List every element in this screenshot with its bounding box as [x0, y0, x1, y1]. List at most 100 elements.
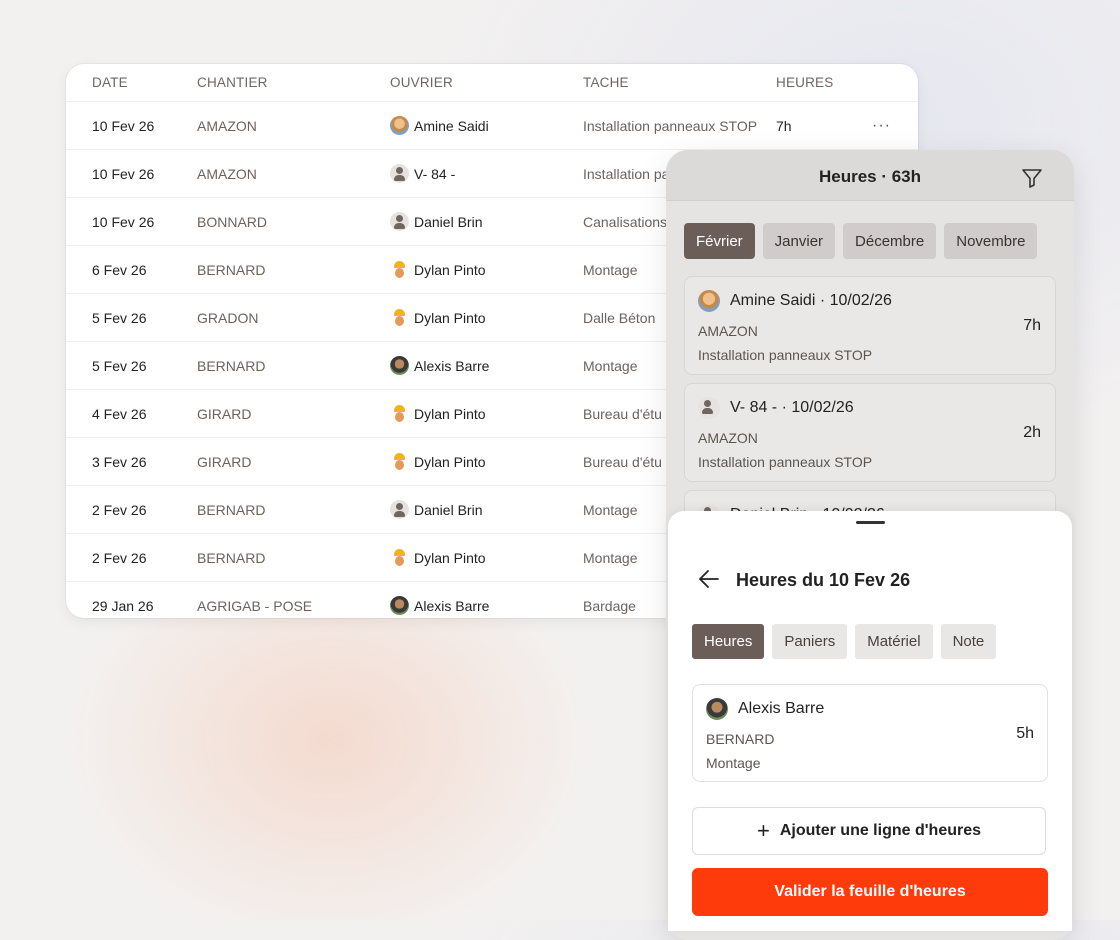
worker-helmet-icon: [390, 308, 409, 327]
cell-tache: Montage: [583, 261, 638, 278]
cell-date: 6 Fev 26: [92, 261, 147, 278]
cell-tache: Montage: [583, 357, 638, 374]
cell-ouvrier: Dylan Pinto: [390, 548, 486, 567]
worker-helmet-icon: [390, 452, 409, 471]
ouvrier-name: Amine Saidi: [414, 117, 489, 134]
sheet-grabber[interactable]: [856, 521, 885, 524]
cell-tache: Bureau d'étu: [583, 453, 662, 470]
month-filter: Février Janvier Décembre Novembre: [684, 223, 1038, 259]
entry-site: BERNARD: [706, 731, 775, 747]
ouvrier-name: Alexis Barre: [414, 357, 490, 374]
back-arrow-icon[interactable]: [698, 569, 720, 589]
cell-chantier: AGRIGAB - POSE: [197, 597, 313, 614]
cell-tache: Canalisations: [583, 213, 668, 230]
hours-entry-card[interactable]: V- 84 - · 10/02/26 AMAZON Installation p…: [684, 383, 1056, 482]
cell-chantier: GIRARD: [197, 453, 252, 470]
ouvrier-name: Dylan Pinto: [414, 309, 486, 326]
ouvrier-name: Dylan Pinto: [414, 405, 486, 422]
filter-icon[interactable]: [1020, 166, 1044, 190]
cell-ouvrier: Dylan Pinto: [390, 452, 486, 471]
tab-note[interactable]: Note: [940, 624, 997, 659]
table-header: DATE CHANTIER OUVRIER TACHE HEURES: [66, 64, 918, 102]
ouvrier-name: Dylan Pinto: [414, 549, 486, 566]
sheet-tabs: Heures Paniers Matériel Note: [692, 624, 997, 659]
cell-chantier: BERNARD: [197, 357, 266, 374]
validate-timesheet-button[interactable]: Valider la feuille d'heures: [692, 868, 1048, 916]
cell-chantier: BONNARD: [197, 213, 268, 230]
cell-date: 3 Fev 26: [92, 453, 147, 470]
cell-chantier: BERNARD: [197, 501, 266, 518]
worker-helmet-icon: [390, 404, 409, 423]
cell-ouvrier: V- 84 -: [390, 164, 455, 183]
worker-helmet-icon: [390, 260, 409, 279]
header-tache[interactable]: TACHE: [583, 75, 629, 90]
cell-chantier: GIRARD: [197, 405, 252, 422]
tab-paniers[interactable]: Paniers: [772, 624, 848, 659]
cell-tache: Installation pa: [583, 165, 670, 182]
mobile-header: Heures · 63h: [666, 150, 1074, 201]
cell-tache: Montage: [583, 549, 638, 566]
cell-chantier: GRADON: [197, 309, 259, 326]
cell-chantier: BERNARD: [197, 549, 266, 566]
mobile-title: Heures · 63h: [818, 167, 922, 186]
cell-tache: Bardage: [583, 597, 636, 614]
person-icon: [390, 164, 409, 183]
cell-ouvrier: Dylan Pinto: [390, 308, 486, 327]
month-chip-novembre[interactable]: Novembre: [944, 223, 1038, 259]
cell-ouvrier: Alexis Barre: [390, 356, 489, 375]
cell-tache: Dalle Béton: [583, 309, 656, 326]
person-icon: [390, 500, 409, 519]
entry-name: V- 84 - · 10/02/26: [730, 399, 854, 416]
month-chip-decembre[interactable]: Décembre: [843, 223, 937, 259]
header-chantier[interactable]: CHANTIER: [197, 75, 268, 90]
cell-date: 2 Fev 26: [92, 549, 147, 566]
entry-hours: 5h: [1016, 725, 1034, 742]
cell-date: 10 Fev 26: [92, 117, 155, 134]
entry-name: Alexis Barre: [738, 700, 825, 717]
cell-chantier: AMAZON: [197, 117, 257, 134]
tab-materiel[interactable]: Matériel: [855, 624, 933, 659]
entry-task: Installation panneaux STOP: [698, 347, 873, 363]
cell-ouvrier: Alexis Barre: [390, 596, 489, 615]
cell-date: 10 Fev 26: [92, 165, 155, 182]
ouvrier-name: Alexis Barre: [414, 597, 490, 614]
header-ouvrier[interactable]: OUVRIER: [390, 75, 453, 90]
cell-ouvrier: Amine Saidi: [390, 116, 489, 135]
month-chip-fevrier[interactable]: Février: [684, 223, 755, 259]
add-hours-line-button[interactable]: + Ajouter une ligne d'heures: [692, 807, 1046, 855]
sheet-entry-card[interactable]: Alexis Barre BERNARD Montage 5h: [692, 684, 1048, 782]
cell-ouvrier: Dylan Pinto: [390, 260, 486, 279]
entry-task: Installation panneaux STOP: [698, 454, 873, 470]
ouvrier-name: Dylan Pinto: [414, 261, 486, 278]
entry-task: Montage: [706, 755, 761, 771]
header-heures[interactable]: HEURES: [776, 75, 833, 90]
more-options-icon[interactable]: ···: [872, 117, 891, 135]
cell-ouvrier: Daniel Brin: [390, 212, 482, 231]
cell-date: 10 Fev 26: [92, 213, 155, 230]
header-date[interactable]: DATE: [92, 75, 128, 90]
worker-helmet-icon: [390, 548, 409, 567]
entry-site: AMAZON: [698, 430, 758, 446]
entry-hours: 7h: [1023, 317, 1041, 334]
entry-site: AMAZON: [698, 323, 758, 339]
cell-heures: 7h: [776, 117, 792, 134]
cell-date: 5 Fev 26: [92, 309, 147, 326]
avatar: [390, 596, 409, 615]
cell-tache: Installation panneaux STOP: [583, 117, 758, 134]
cell-tache: Montage: [583, 501, 638, 518]
cell-date: 4 Fev 26: [92, 405, 147, 422]
month-chip-janvier[interactable]: Janvier: [762, 223, 836, 259]
avatar: [390, 116, 409, 135]
person-icon: [390, 212, 409, 231]
add-hours-label: Ajouter une ligne d'heures: [779, 822, 982, 839]
ouvrier-name: Daniel Brin: [414, 501, 483, 518]
tab-heures[interactable]: Heures: [692, 624, 765, 659]
cell-date: 5 Fev 26: [92, 357, 147, 374]
ouvrier-name: Dylan Pinto: [414, 453, 486, 470]
hours-entry-card[interactable]: Amine Saidi · 10/02/26 AMAZON Installati…: [684, 276, 1056, 375]
ouvrier-name: Daniel Brin: [414, 213, 483, 230]
table-row[interactable]: 10 Fev 26 AMAZON Amine Saidi Installation p…: [66, 102, 918, 150]
avatar: [390, 356, 409, 375]
cell-ouvrier: Daniel Brin: [390, 500, 482, 519]
person-icon: [698, 397, 720, 419]
